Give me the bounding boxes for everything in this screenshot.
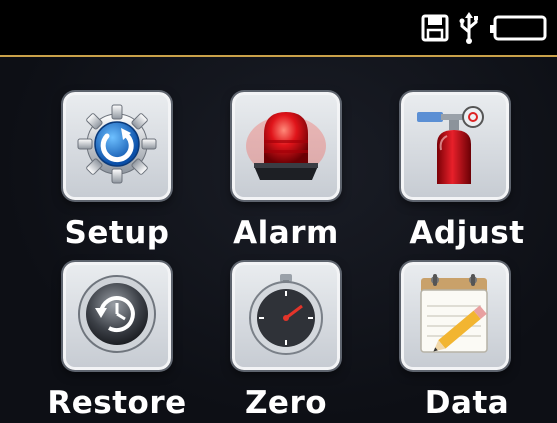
battery-icon xyxy=(489,14,547,46)
gear-icon xyxy=(73,100,161,192)
adjust-button[interactable] xyxy=(401,92,509,200)
alarm-label: Alarm xyxy=(233,215,339,251)
restore-clock-icon xyxy=(73,270,161,362)
setup-button[interactable] xyxy=(63,92,171,200)
adjust-label: Adjust xyxy=(409,215,525,251)
save-icon xyxy=(421,14,449,46)
notepad-pencil-icon xyxy=(411,270,499,362)
gas-cylinder-icon xyxy=(411,100,499,192)
zero-button[interactable] xyxy=(232,262,340,370)
restore-button[interactable] xyxy=(63,262,171,370)
alarm-button[interactable] xyxy=(232,92,340,200)
setup-label: Setup xyxy=(64,215,170,251)
alarm-light-icon xyxy=(242,100,330,192)
restore-label: Restore xyxy=(47,385,187,421)
data-label: Data xyxy=(424,385,510,421)
status-icons xyxy=(421,12,547,48)
usb-icon xyxy=(459,12,479,48)
status-bar xyxy=(0,0,557,57)
zero-label: Zero xyxy=(244,385,328,421)
stopwatch-icon xyxy=(242,270,330,362)
data-button[interactable] xyxy=(401,262,509,370)
